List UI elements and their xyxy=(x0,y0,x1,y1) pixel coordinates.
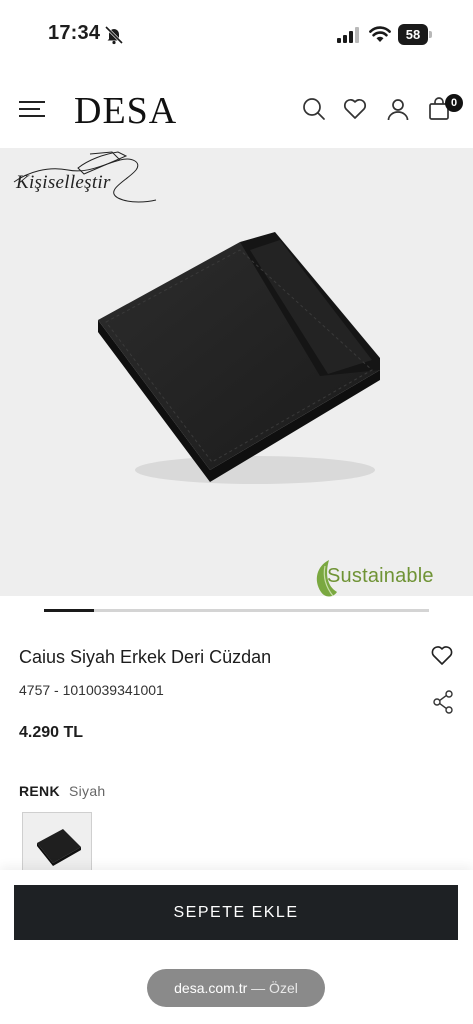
menu-icon[interactable] xyxy=(18,98,46,120)
battery-level: 58 xyxy=(405,27,421,42)
carousel-progress[interactable] xyxy=(44,609,429,612)
share-icon[interactable] xyxy=(432,690,454,714)
wishlist-heart-icon[interactable] xyxy=(430,644,454,666)
signal-icon xyxy=(337,27,359,43)
product-title: Caius Siyah Erkek Deri Cüzdan xyxy=(19,647,272,667)
add-to-cart-button[interactable]: SEPETE EKLE xyxy=(14,885,458,940)
carousel-progress-thumb xyxy=(44,609,95,612)
color-swatch-black[interactable] xyxy=(22,812,92,874)
product-price: 4.290 TL xyxy=(19,724,84,741)
heart-icon[interactable] xyxy=(342,96,368,122)
battery-indicator: 58 xyxy=(398,24,432,45)
desa-logo[interactable]: DESA xyxy=(74,89,177,133)
swatch-wallet-thumbnail xyxy=(37,829,81,866)
status-time: 17:34 xyxy=(48,22,101,44)
search-icon[interactable] xyxy=(301,96,327,122)
wallet-product-photo xyxy=(98,232,380,484)
url-domain: desa.com.tr xyxy=(174,980,248,996)
user-icon[interactable] xyxy=(385,96,411,122)
sustainable-badge: Sustainable xyxy=(327,565,434,587)
private-mode-label: — Özel xyxy=(247,980,298,996)
selected-color-value: Siyah xyxy=(69,783,106,799)
cart-count-badge: 0 xyxy=(445,94,463,112)
color-label: RENK xyxy=(19,783,60,799)
bell-off-icon xyxy=(104,25,124,45)
browser-url-pill[interactable]: desa.com.tr — Özel xyxy=(147,969,325,1007)
product-code: 4757 - 1010039341001 xyxy=(19,682,164,698)
status-bar: 17:34 58 xyxy=(0,0,473,70)
wifi-icon xyxy=(369,26,391,42)
personalize-link[interactable]: Kişiselleştir xyxy=(16,172,111,194)
site-header: DESA 0 xyxy=(0,78,473,142)
